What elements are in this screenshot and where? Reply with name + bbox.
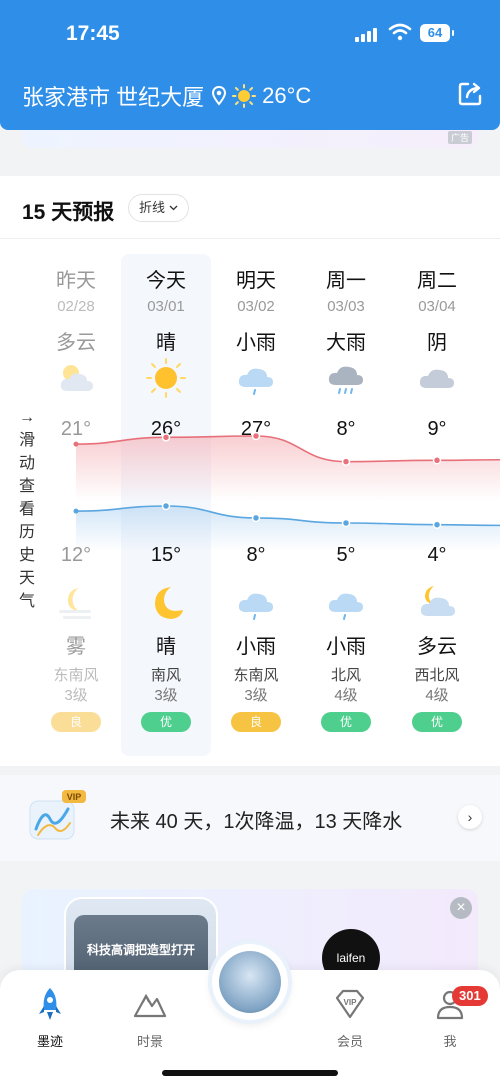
high-temp-point xyxy=(432,456,442,465)
high-temp-point xyxy=(251,431,261,441)
day-name: 今天 xyxy=(146,270,186,292)
day-date: 02/28 xyxy=(57,298,95,315)
status-time: 17:45 xyxy=(66,22,120,45)
ad-tag: 广告 xyxy=(447,131,472,144)
day-condition: 多云 xyxy=(56,332,96,354)
wind-level: 3级 xyxy=(244,687,268,704)
notification-badge: 301 xyxy=(452,986,488,1006)
light-rain-icon xyxy=(238,368,273,395)
temperature-curve-chart xyxy=(73,431,500,551)
day-condition: 阴 xyxy=(427,332,447,354)
app-header: 17:45 64 张家港市 世纪大厦 26°C xyxy=(0,0,500,130)
low-temp-point xyxy=(73,508,79,514)
day-condition: 大雨 xyxy=(326,332,366,354)
chevron-right-icon[interactable]: › xyxy=(458,805,482,829)
day-date: 03/03 xyxy=(327,298,365,315)
wind-level: 4级 xyxy=(334,687,358,704)
aqi-badge: 良 xyxy=(51,712,101,732)
wind-direction: 南风 xyxy=(150,667,181,684)
night-condition: 小雨 xyxy=(236,636,276,658)
tab-label: 墨迹 xyxy=(36,1034,63,1049)
cloudy-moon-icon xyxy=(420,586,455,616)
home-indicator xyxy=(162,1070,338,1076)
divider xyxy=(0,238,500,239)
night-condition: 多云 xyxy=(417,636,457,658)
location-bar[interactable]: 张家港市 世纪大厦 26°C xyxy=(22,80,311,112)
scene-thumbnail xyxy=(219,951,281,1013)
night-condition: 雾 xyxy=(66,636,86,658)
close-icon[interactable]: × xyxy=(450,897,472,919)
light-rain-icon xyxy=(328,593,363,620)
high-temp-point xyxy=(161,433,171,442)
day-name: 昨天 xyxy=(56,270,96,292)
wind-level: 3级 xyxy=(154,687,178,704)
wind-direction: 北风 xyxy=(330,667,361,684)
moon-icon xyxy=(155,587,183,619)
heavy-rain-icon xyxy=(328,366,363,394)
low-temp-point xyxy=(161,501,171,511)
wind-level: 3级 xyxy=(64,687,88,704)
day-date: 03/04 xyxy=(418,298,456,315)
forecast-title: 15 天预报 xyxy=(22,201,115,224)
center-scene-button[interactable] xyxy=(212,944,288,1020)
chevron-down-icon xyxy=(169,205,178,211)
wind-direction: 西北风 xyxy=(414,667,460,684)
light-rain-icon xyxy=(238,593,273,620)
ad-slogan: 科技高调把造型打开 xyxy=(86,943,195,957)
partly-cloudy-icon xyxy=(60,365,93,391)
city-name: 张家港市 世纪大厦 xyxy=(22,85,205,110)
vip-diamond-icon: VIP xyxy=(335,989,365,1019)
wind-level: 4级 xyxy=(425,687,449,704)
wind-direction: 东南风 xyxy=(233,667,279,684)
day-name: 周二 xyxy=(417,270,457,292)
tab-label: 时景 xyxy=(136,1034,163,1049)
signal-icon xyxy=(355,28,377,42)
vip-label: VIP xyxy=(67,792,82,802)
location-pin-icon xyxy=(212,86,227,106)
forecast-card: 15 天预报 折线 → 滑动查看历史天气 昨天 02/28 多云 21° 12°… xyxy=(0,176,500,766)
sun-icon xyxy=(146,358,186,398)
vip-label: VIP xyxy=(344,998,358,1007)
aqi-badge: 优 xyxy=(141,712,191,732)
low-temp-point xyxy=(341,518,351,528)
fog-moon-icon xyxy=(59,588,91,619)
status-bar: 17:45 64 xyxy=(0,18,500,50)
day-name: 明天 xyxy=(236,270,276,292)
low-temp-point xyxy=(251,513,261,523)
tab-moji[interactable]: 墨迹 xyxy=(15,986,85,1050)
wind-direction: 东南风 xyxy=(53,667,99,684)
tab-scenery[interactable]: 时景 xyxy=(115,986,185,1050)
mountain-icon xyxy=(133,993,167,1018)
current-temp: 26°C xyxy=(262,83,312,108)
tab-vip[interactable]: VIP 会员 xyxy=(315,986,385,1050)
low-temp-point xyxy=(432,520,442,529)
long-range-forecast[interactable]: VIP 未来 40 天，1次降温，13 天降水 › xyxy=(0,775,500,861)
day-date: 03/02 xyxy=(237,298,275,315)
day-condition: 晴 xyxy=(156,332,176,354)
aqi-badge: 良 xyxy=(231,712,281,732)
wifi-icon xyxy=(388,23,412,41)
day-date: 03/01 xyxy=(147,298,185,315)
high-temp-area xyxy=(76,436,500,501)
tab-label: 会员 xyxy=(336,1034,363,1049)
chart-mode-selector[interactable]: 折线 xyxy=(128,194,190,222)
day-condition: 小雨 xyxy=(236,332,276,354)
share-icon[interactable] xyxy=(456,80,484,108)
trend-chart-icon: VIP xyxy=(29,790,86,840)
long-range-summary: 未来 40 天，1次降温，13 天降水 xyxy=(110,811,403,833)
day-name: 周一 xyxy=(326,270,366,292)
aqi-badge: 优 xyxy=(321,712,371,732)
overcast-icon xyxy=(419,369,454,388)
aqi-badge: 优 xyxy=(412,712,462,732)
night-condition: 小雨 xyxy=(326,636,366,658)
night-condition: 晴 xyxy=(156,636,176,658)
high-temp-point xyxy=(341,457,351,466)
battery-icon: 64 xyxy=(420,24,454,42)
sun-icon xyxy=(232,84,257,108)
high-temp-point xyxy=(73,441,79,447)
chart-mode-label: 折线 xyxy=(139,200,166,215)
rocket-icon xyxy=(39,988,61,1020)
tab-label: 我 xyxy=(443,1034,457,1049)
